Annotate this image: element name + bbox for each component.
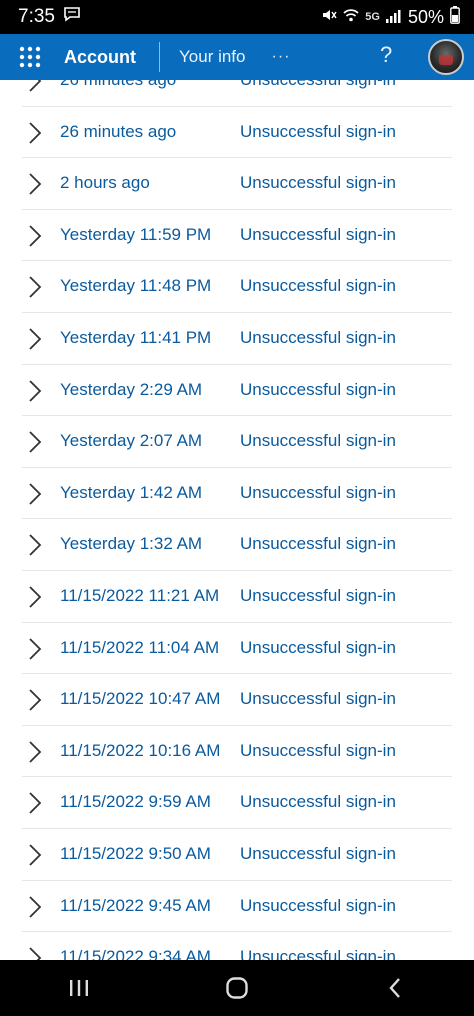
activity-type: Unsuccessful sign-in: [240, 173, 396, 193]
activity-row[interactable]: Yesterday 1:42 AM Unsuccessful sign-in: [22, 468, 452, 520]
activity-row[interactable]: 11/15/2022 10:47 AM Unsuccessful sign-in: [22, 674, 452, 726]
wifi-icon: [343, 7, 359, 28]
chevron-right-icon[interactable]: [28, 585, 42, 609]
chevron-right-icon[interactable]: [28, 379, 42, 403]
status-right: 5G 50%: [321, 5, 460, 29]
help-button[interactable]: ?: [380, 42, 392, 68]
clock: 7:35: [18, 6, 55, 27]
activity-time: 11/15/2022 11:04 AM: [60, 637, 220, 657]
chevron-right-icon[interactable]: [28, 121, 42, 145]
activity-time: 2 hours ago: [60, 173, 150, 193]
activity-time: Yesterday 1:42 AM: [60, 482, 203, 502]
home-icon[interactable]: [207, 960, 267, 1016]
activity-time: Yesterday 2:07 AM: [60, 431, 203, 451]
activity-row[interactable]: Yesterday 2:07 AM Unsuccessful sign-in: [22, 416, 452, 468]
chevron-right-icon[interactable]: [28, 843, 42, 867]
chevron-right-icon[interactable]: [28, 740, 42, 764]
chevron-right-icon[interactable]: [28, 946, 42, 960]
activity-time: 11/15/2022 9:50 AM: [60, 844, 211, 863]
activity-type: Unsuccessful sign-in: [240, 431, 396, 451]
activity-type: Unsuccessful sign-in: [240, 895, 396, 915]
activity-row[interactable]: Yesterday 11:41 PM Unsuccessful sign-in: [22, 313, 452, 365]
chevron-right-icon[interactable]: [28, 172, 42, 196]
activity-row[interactable]: Yesterday 1:32 AM Unsuccessful sign-in: [22, 519, 452, 571]
activity-row[interactable]: 11/15/2022 9:45 AM Unsuccessful sign-in: [22, 881, 452, 933]
activity-time: Yesterday 11:41 PM: [60, 328, 212, 347]
app-title[interactable]: Account: [64, 47, 136, 68]
activity-type: Unsuccessful sign-in: [240, 121, 396, 141]
message-icon: [63, 6, 81, 28]
header-divider: [159, 42, 160, 72]
activity-time: Yesterday 1:32 AM: [60, 534, 203, 554]
chevron-right-icon[interactable]: [28, 791, 42, 815]
navigation-bar: [0, 960, 474, 1016]
back-icon[interactable]: [365, 960, 425, 1016]
activity-type: Unsuccessful sign-in: [240, 80, 396, 90]
activity-type: Unsuccessful sign-in: [240, 586, 396, 605]
more-tabs-button[interactable]: ···: [271, 48, 290, 66]
activity-type: Unsuccessful sign-in: [240, 276, 396, 296]
signal-icon: [385, 7, 402, 28]
network-label: 5G: [365, 11, 380, 23]
activity-time: 11/15/2022 9:34 AM: [60, 947, 211, 960]
chevron-right-icon[interactable]: [28, 482, 42, 506]
activity-time: 11/15/2022 9:45 AM: [60, 895, 211, 915]
activity-row[interactable]: 11/15/2022 10:16 AM Unsuccessful sign-in: [22, 726, 452, 778]
recent-apps-icon[interactable]: [49, 960, 109, 1016]
activity-type: Unsuccessful sign-in: [240, 689, 396, 709]
activity-type: Unsuccessful sign-in: [240, 224, 396, 244]
chevron-right-icon[interactable]: [28, 224, 42, 248]
avatar[interactable]: [428, 39, 464, 75]
chevron-right-icon[interactable]: [28, 533, 42, 557]
activity-type: Unsuccessful sign-in: [240, 740, 396, 760]
activity-time: 11/15/2022 10:16 AM: [60, 740, 221, 760]
status-bar: 7:35 5G 50%: [0, 0, 474, 34]
activity-time: 11/15/2022 11:21 AM: [60, 586, 220, 605]
activity-type: Unsuccessful sign-in: [240, 637, 396, 657]
activity-row[interactable]: 11/15/2022 9:59 AM Unsuccessful sign-in: [22, 777, 452, 829]
activity-time: Yesterday 11:48 PM: [60, 276, 212, 296]
activity-row[interactable]: 26 minutes ago Unsuccessful sign-in: [22, 80, 452, 107]
app-launcher-icon[interactable]: [7, 34, 53, 80]
activity-row[interactable]: 26 minutes ago Unsuccessful sign-in: [22, 107, 452, 159]
chevron-right-icon[interactable]: [28, 275, 42, 299]
activity-type: Unsuccessful sign-in: [240, 379, 396, 399]
chevron-right-icon[interactable]: [28, 895, 42, 919]
tab-your-info[interactable]: Your info: [179, 47, 245, 67]
chevron-right-icon[interactable]: [28, 430, 42, 454]
activity-type: Unsuccessful sign-in: [240, 844, 396, 863]
activity-type: Unsuccessful sign-in: [240, 534, 396, 554]
activity-time: 26 minutes ago: [60, 80, 176, 90]
activity-row[interactable]: 11/15/2022 9:34 AM Unsuccessful sign-in: [22, 932, 452, 960]
activity-type: Unsuccessful sign-in: [240, 792, 396, 812]
chevron-right-icon[interactable]: [28, 327, 42, 351]
battery-percent: 50%: [407, 6, 444, 27]
activity-type: Unsuccessful sign-in: [240, 328, 396, 347]
activity-time: Yesterday 2:29 AM: [60, 379, 203, 399]
activity-row[interactable]: 11/15/2022 11:04 AM Unsuccessful sign-in: [22, 623, 452, 675]
battery-icon: [450, 5, 460, 29]
activity-time: 11/15/2022 10:47 AM: [60, 689, 221, 709]
activity-time: Yesterday 11:59 PM: [60, 224, 212, 244]
activity-time: 26 minutes ago: [60, 121, 177, 141]
activity-row[interactable]: 2 hours ago Unsuccessful sign-in: [22, 158, 452, 210]
chevron-right-icon[interactable]: [28, 688, 42, 712]
activity-list: 26 minutes agoUnsuccessful sign-in26 min…: [0, 80, 474, 960]
status-left: 7:35: [18, 6, 81, 28]
activity-row[interactable]: 11/15/2022 9:50 AM Unsuccessful sign-in: [22, 829, 452, 881]
activity-row[interactable]: Yesterday 2:29 AM Unsuccessful sign-in: [22, 365, 452, 417]
chevron-right-icon[interactable]: [28, 637, 42, 661]
activity-row[interactable]: 11/15/2022 11:21 AM Unsuccessful sign-in: [22, 571, 452, 623]
activity-row[interactable]: Yesterday 11:48 PM Unsuccessful sign-in: [22, 261, 452, 313]
activity-time: 11/15/2022 9:59 AM: [60, 792, 211, 812]
app-bar: Account Your info ··· ?: [0, 34, 474, 80]
mute-icon: [321, 7, 337, 28]
chevron-right-icon[interactable]: [28, 80, 42, 93]
activity-row[interactable]: Yesterday 11:59 PM Unsuccessful sign-in: [22, 210, 452, 262]
activity-type: Unsuccessful sign-in: [240, 482, 396, 502]
activity-type: Unsuccessful sign-in: [240, 947, 396, 960]
